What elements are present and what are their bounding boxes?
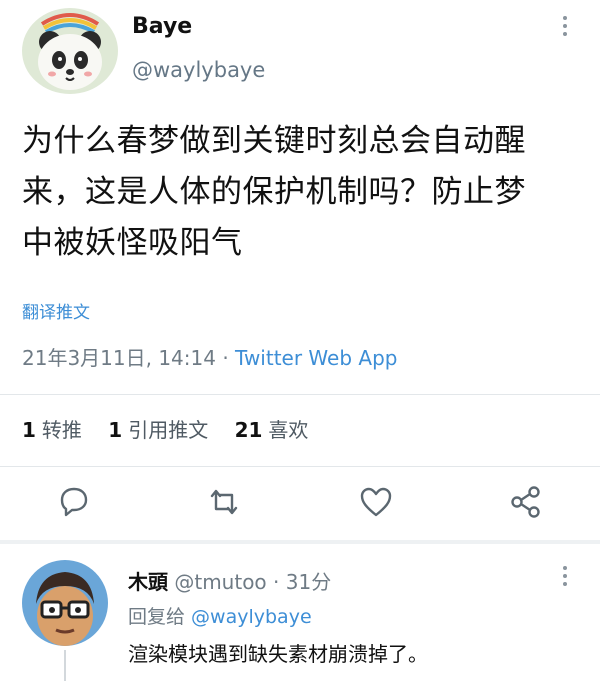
divider [0, 466, 600, 467]
author-name[interactable]: Baye [132, 14, 192, 39]
retweet-icon[interactable] [204, 482, 244, 522]
replying-to: 回复给 @waylybaye [128, 602, 312, 629]
tweet-timestamp[interactable]: 21年3月11日, 14:14 · [22, 346, 235, 370]
reply-icon[interactable] [54, 482, 94, 522]
reply-more-options-icon[interactable] [558, 566, 572, 592]
reply-author-avatar[interactable] [22, 560, 108, 646]
tweet-text-line: 为什么春梦做到关键时刻总会自动醒 [22, 123, 526, 159]
share-icon[interactable] [506, 482, 546, 522]
tweet-meta: 21年3月11日, 14:14 · Twitter Web App [22, 342, 397, 371]
main-tweet: Baye @waylybaye 为什么春梦做到关键时刻总会自动醒 来，这是人体的… [0, 0, 600, 540]
reply-text: 渲染模块遇到缺失素材崩溃掉了。 [128, 642, 428, 666]
tweet-stats: 1 转推 1 引用推文 21 喜欢 [22, 414, 328, 443]
divider [0, 394, 600, 395]
tweet-actions [0, 482, 600, 526]
reply-author-name[interactable]: 木頭 [128, 570, 168, 594]
more-options-icon[interactable] [558, 16, 572, 42]
source-app-link[interactable]: Twitter Web App [235, 346, 397, 370]
author-avatar[interactable] [22, 8, 118, 94]
reply-handle-time[interactable]: @tmutoo · 31分 [168, 570, 331, 594]
retweets-stat[interactable]: 1 转推 [22, 418, 82, 442]
panda-avatar-image [22, 8, 118, 94]
reply-header: 木頭 @tmutoo · 31分 [128, 566, 331, 595]
section-separator [0, 540, 600, 544]
author-handle[interactable]: @waylybaye [132, 58, 265, 82]
replying-to-label: 回复给 [128, 606, 192, 628]
likes-stat[interactable]: 21 喜欢 [235, 418, 309, 442]
tweet-text-line: 来，这是人体的保护机制吗？防止梦 [22, 174, 526, 210]
tweet-text-line: 中被妖怪吸阳气 [22, 225, 243, 261]
reply-tweet[interactable]: 木頭 @tmutoo · 31分 回复给 @waylybaye 渲染模块遇到缺失… [0, 546, 600, 681]
tweet-text: 为什么春梦做到关键时刻总会自动醒 来，这是人体的保护机制吗？防止梦 中被妖怪吸阳… [22, 116, 588, 269]
translate-tweet-link[interactable]: 翻译推文 [22, 298, 90, 323]
quotes-stat[interactable]: 1 引用推文 [108, 418, 208, 442]
thread-line [64, 650, 66, 681]
glasses-avatar-image [22, 560, 108, 646]
like-icon[interactable] [356, 482, 396, 522]
replying-to-mention[interactable]: @waylybaye [191, 606, 312, 628]
